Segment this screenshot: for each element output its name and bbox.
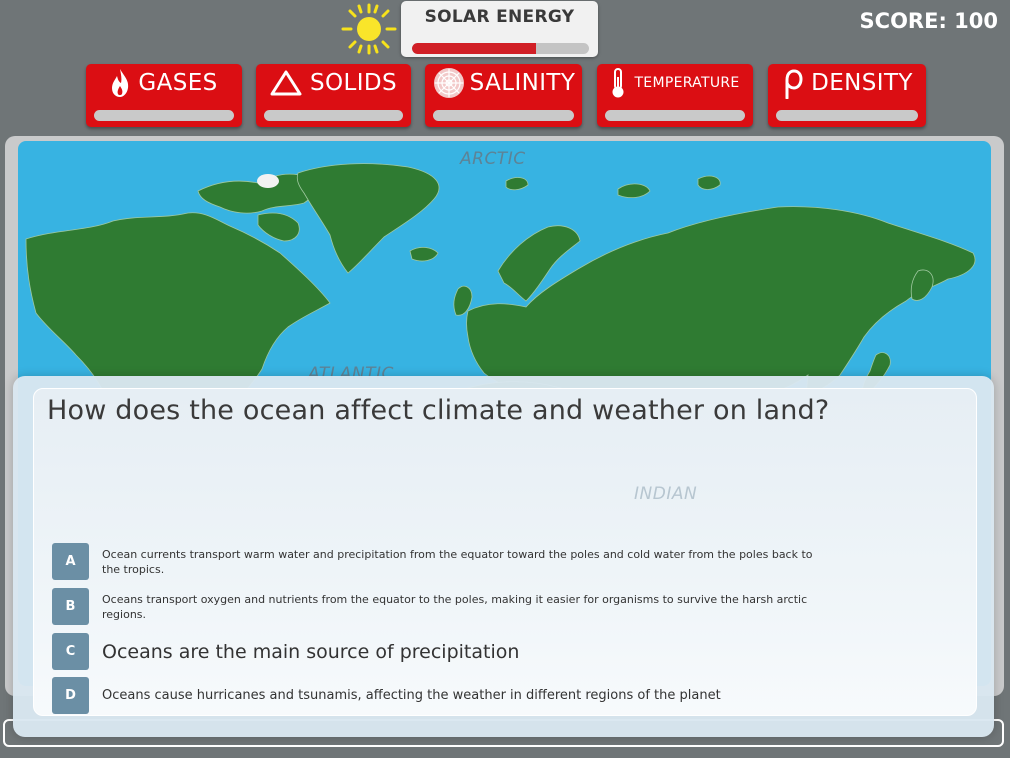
iceland — [409, 247, 439, 262]
solar-energy-label: SOLAR ENERGY — [424, 7, 575, 27]
solar-energy-fill — [412, 43, 536, 54]
question-text: How does the ocean affect climate and we… — [47, 395, 830, 426]
solar-energy-panel: SOLAR ENERGY — [401, 1, 598, 57]
ice-patch — [257, 174, 279, 188]
category-gases-button[interactable]: GASES — [86, 64, 242, 127]
category-solids-progress — [264, 110, 403, 121]
answer-option-d[interactable]: D Oceans cause hurricanes and tsunamis, … — [52, 677, 822, 714]
solar-energy-bar — [412, 43, 589, 54]
category-salinity-label: SALINITY — [469, 70, 576, 96]
answer-option-a[interactable]: A Ocean currents transport warm water an… — [52, 543, 822, 580]
category-density-label: DENSITY — [811, 70, 913, 96]
arctic-islands — [197, 173, 315, 214]
answer-c-badge: C — [52, 633, 89, 670]
answer-option-c[interactable]: C Oceans are the main source of precipit… — [52, 633, 822, 670]
category-density-progress — [776, 110, 918, 121]
category-solids-label: SOLIDS — [309, 70, 397, 96]
salt-crystal-icon — [432, 67, 466, 99]
category-salinity-progress — [433, 110, 574, 121]
answer-option-b[interactable]: B Oceans transport oxygen and nutrients … — [52, 588, 822, 625]
thermometer-icon — [610, 67, 626, 99]
answer-b-text: Oceans transport oxygen and nutrients fr… — [102, 592, 808, 621]
novaya-zemlya — [697, 175, 721, 190]
ocean-label-arctic: ARCTIC — [460, 149, 526, 169]
answer-d-badge: D — [52, 677, 89, 714]
category-density-button[interactable]: DENSITY — [768, 64, 926, 127]
sun-icon — [341, 3, 397, 55]
answer-a-badge: A — [52, 543, 89, 580]
answer-a-text: Ocean currents transport warm water and … — [102, 547, 813, 576]
category-temperature-label: TEMPERATURE — [634, 75, 740, 91]
answer-c-text: Oceans are the main source of precipitat… — [102, 640, 520, 663]
answer-d-text: Oceans cause hurricanes and tsunamis, af… — [102, 687, 721, 703]
category-solids-button[interactable]: SOLIDS — [256, 64, 411, 127]
category-salinity-button[interactable]: SALINITY — [425, 64, 582, 127]
triangle-icon — [270, 69, 302, 97]
category-temperature-button[interactable]: TEMPERATURE — [597, 64, 753, 127]
question-card: INDIAN How does the ocean affect climate… — [13, 376, 994, 737]
baffin-island — [257, 212, 300, 242]
flame-icon — [110, 68, 130, 98]
siberian-islands — [617, 183, 651, 199]
score-display: SCORE: 100 — [859, 9, 998, 33]
rho-icon — [781, 67, 803, 99]
category-temperature-progress — [605, 110, 745, 121]
category-gases-progress — [94, 110, 234, 121]
category-gases-label: GASES — [138, 70, 218, 96]
answer-b-badge: B — [52, 588, 89, 625]
ocean-label-indian: INDIAN — [634, 484, 698, 504]
svalbard — [505, 177, 529, 191]
